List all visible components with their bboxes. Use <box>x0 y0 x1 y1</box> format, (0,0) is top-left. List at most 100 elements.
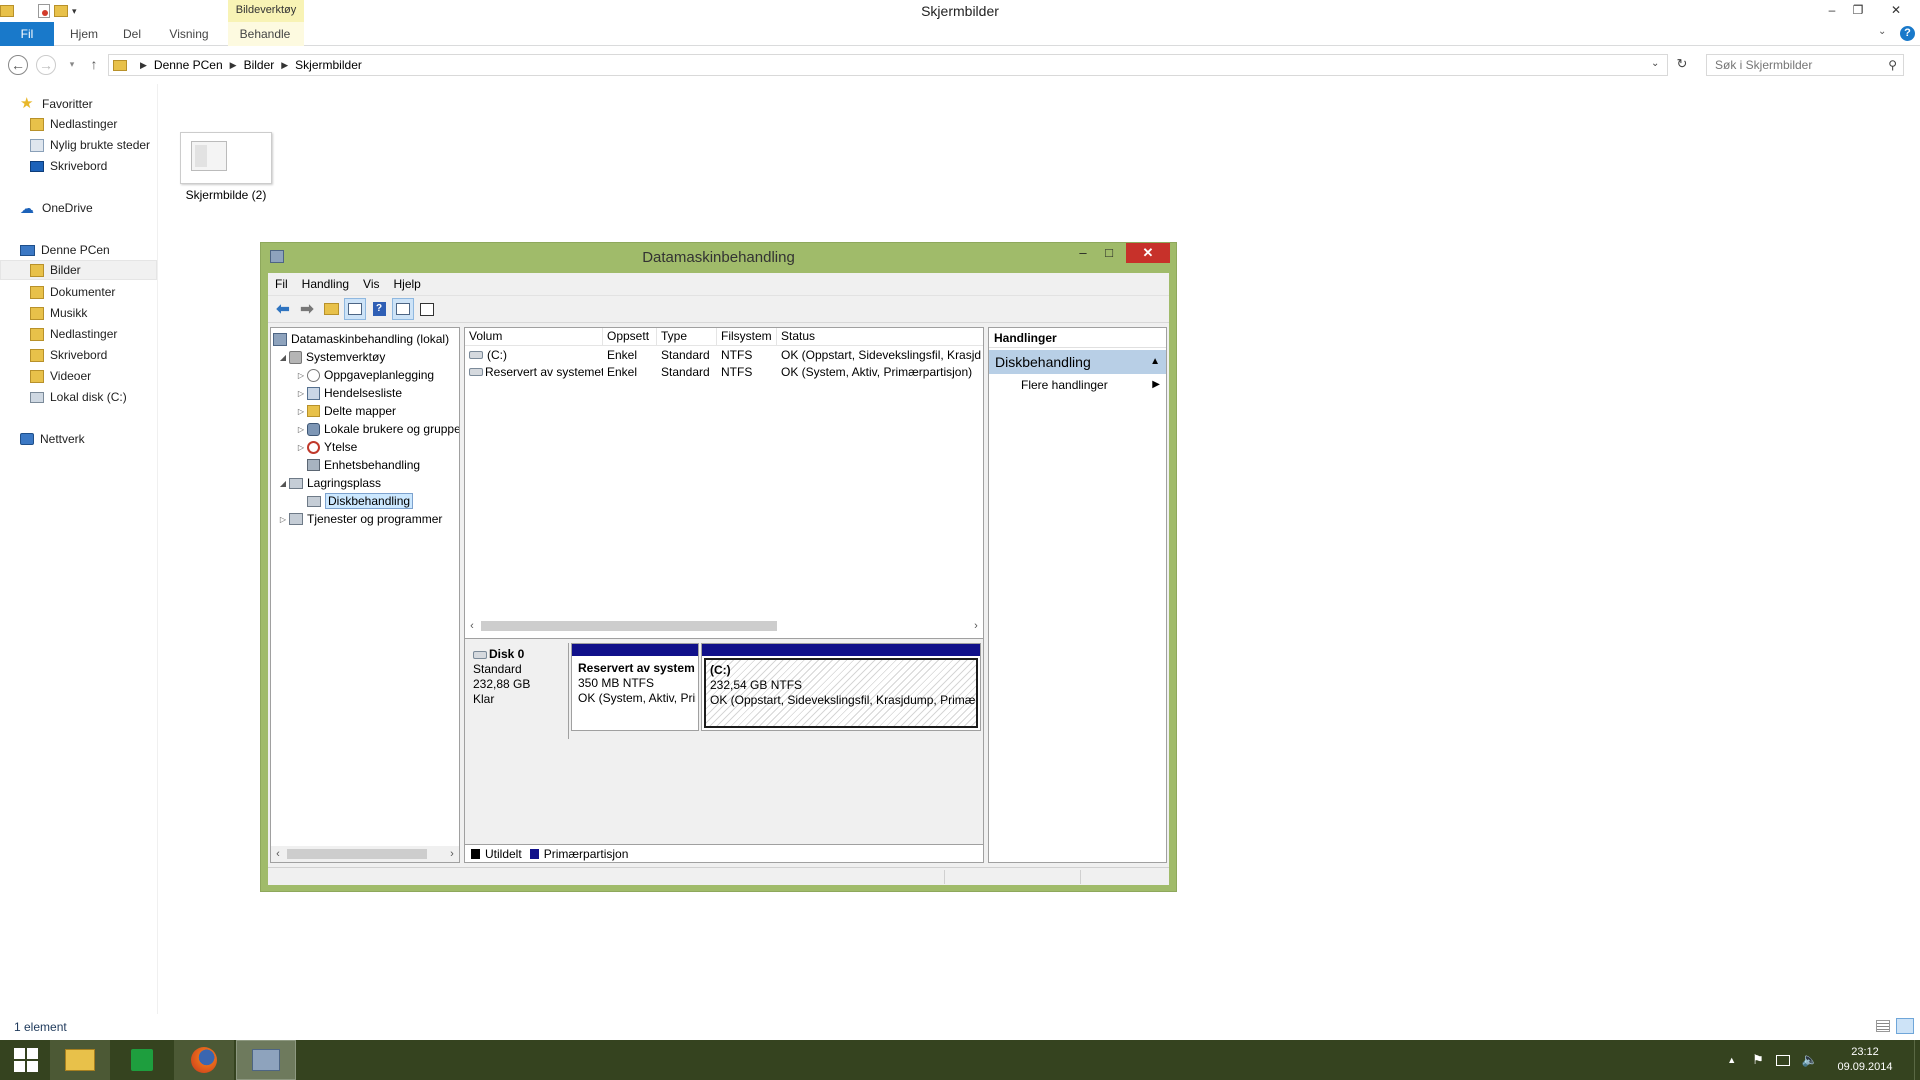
partition-system-reserved[interactable]: Reservert av system 350 MB NTFS OK (Syst… <box>571 643 699 731</box>
network-tray-icon[interactable] <box>1775 1054 1790 1066</box>
column-header-filesystem[interactable]: Filsystem <box>717 328 777 346</box>
show-desktop-button[interactable] <box>1914 1040 1920 1080</box>
restore-button[interactable]: ❐ <box>1844 0 1872 20</box>
expand-arrow-icon[interactable]: ▷ <box>295 389 307 398</box>
address-dropdown-icon[interactable]: ⌄ <box>1651 58 1659 69</box>
volume-list-horizontal-scrollbar[interactable]: ‹ › <box>465 618 983 634</box>
breadcrumb-pictures[interactable]: Bilder <box>244 58 275 72</box>
tab-view[interactable]: Visning <box>164 22 214 46</box>
nav-network[interactable]: Nettverk <box>0 429 157 449</box>
properties-toolbar-icon[interactable] <box>416 298 438 320</box>
back-arrow-icon[interactable]: ⬅ <box>272 298 294 320</box>
collapse-up-icon[interactable]: ▲ <box>1150 350 1160 374</box>
nav-pictures[interactable]: Bilder <box>0 260 157 280</box>
menu-view[interactable]: Vis <box>356 277 386 291</box>
expand-arrow-icon[interactable]: ▷ <box>277 515 289 524</box>
forward-button[interactable]: → <box>36 55 56 75</box>
expand-arrow-icon[interactable]: ▷ <box>295 407 307 416</box>
partition-c-drive[interactable]: (C:) 232,54 GB NTFS OK (Oppstart, Sideve… <box>701 643 981 731</box>
column-header-volume[interactable]: Volum <box>465 328 603 346</box>
action-center-flag-icon[interactable]: ⚑ <box>1752 1052 1764 1068</box>
nav-documents[interactable]: Dokumenter <box>0 282 157 302</box>
nav-onedrive[interactable]: ☁ OneDrive <box>0 198 157 218</box>
column-header-status[interactable]: Status <box>777 328 983 346</box>
up-folder-icon[interactable] <box>320 298 342 320</box>
tab-share[interactable]: Del <box>116 22 148 46</box>
nav-music[interactable]: Musikk <box>0 303 157 323</box>
breadcrumb-separator-icon[interactable]: ▶ <box>230 60 237 71</box>
cm-maximize-button[interactable]: □ <box>1096 243 1122 263</box>
nav-local-disk[interactable]: Lokal disk (C:) <box>0 387 157 407</box>
start-button[interactable] <box>0 1040 52 1080</box>
table-row[interactable]: Reservert av systemet Enkel Standard NTF… <box>465 364 983 381</box>
search-icon[interactable]: ⚲ <box>1888 58 1897 72</box>
taskbar-firefox[interactable] <box>174 1040 234 1080</box>
recent-locations-icon[interactable]: ▾ <box>62 55 82 75</box>
show-hidden-icons-icon[interactable]: ▲ <box>1727 1055 1736 1065</box>
nav-desktop-pc[interactable]: Skrivebord <box>0 345 157 365</box>
scroll-right-icon[interactable]: › <box>969 618 983 634</box>
nav-recent-places[interactable]: Nylig brukte steder <box>0 135 157 155</box>
scrollbar-thumb[interactable] <box>287 849 427 859</box>
column-header-type[interactable]: Type <box>657 328 717 346</box>
tab-manage[interactable]: Behandle <box>232 22 298 46</box>
scrollbar-thumb[interactable] <box>481 621 777 631</box>
tab-file[interactable]: Fil <box>0 22 54 46</box>
scroll-left-icon[interactable]: ‹ <box>465 618 479 634</box>
taskbar-store[interactable] <box>112 1040 172 1080</box>
volume-icon[interactable]: 🔈 <box>1802 1052 1818 1068</box>
cm-close-button[interactable]: ✕ <box>1126 243 1170 263</box>
menu-help[interactable]: Hjelp <box>387 277 428 291</box>
tree-horizontal-scrollbar[interactable]: ‹ › <box>271 846 459 862</box>
breadcrumb-separator-icon[interactable]: ▶ <box>281 60 288 71</box>
forward-arrow-icon[interactable]: ➡ <box>296 298 318 320</box>
tree-root[interactable]: Datamaskinbehandling (lokal) <box>273 330 449 348</box>
nav-favorites[interactable]: ★ Favoritter <box>0 94 157 114</box>
tree-storage[interactable]: ◢ Lagringsplass <box>277 474 381 492</box>
scroll-left-icon[interactable]: ‹ <box>271 846 285 862</box>
help-book-icon[interactable]: ? <box>368 298 390 320</box>
nav-videos[interactable]: Videoer <box>0 366 157 386</box>
back-button[interactable]: ← <box>8 55 28 75</box>
large-icons-view-icon[interactable] <box>1896 1018 1914 1034</box>
nav-downloads-pc[interactable]: Nedlastinger <box>0 324 157 344</box>
nav-this-pc[interactable]: Denne PCen <box>0 240 157 260</box>
refresh-button[interactable]: ↻ <box>1672 56 1692 74</box>
file-item[interactable]: Skjermbilde (2) <box>180 132 272 206</box>
taskbar-file-explorer[interactable] <box>50 1040 110 1080</box>
help-icon[interactable]: ? <box>1900 26 1915 41</box>
tree-performance[interactable]: ▷ Ytelse <box>295 438 357 456</box>
show-hide-action-pane-icon[interactable] <box>392 298 414 320</box>
breadcrumb-screenshots[interactable]: Skjermbilder <box>295 58 362 72</box>
actions-group-disk-management[interactable]: Diskbehandling ▲ <box>989 350 1166 374</box>
show-hide-tree-icon[interactable] <box>344 298 366 320</box>
menu-file[interactable]: Fil <box>268 277 295 291</box>
table-row[interactable]: (C:) Enkel Standard NTFS OK (Oppstart, S… <box>465 347 983 364</box>
collapse-arrow-icon[interactable]: ◢ <box>277 353 289 362</box>
up-button[interactable]: ↑ <box>84 55 104 75</box>
tab-home[interactable]: Hjem <box>64 22 104 46</box>
taskbar-computer-management[interactable] <box>236 1040 296 1080</box>
nav-downloads[interactable]: Nedlastinger <box>0 114 157 134</box>
tree-event-viewer[interactable]: ▷ Hendelsesliste <box>295 384 402 402</box>
collapse-arrow-icon[interactable]: ◢ <box>277 479 289 488</box>
tree-services[interactable]: ▷ Tjenester og programmer <box>277 510 442 528</box>
more-actions-item[interactable]: Flere handlinger ▶ <box>989 374 1166 396</box>
cm-tree-pane[interactable]: Datamaskinbehandling (lokal) ◢ Systemver… <box>270 327 460 863</box>
tree-task-scheduler[interactable]: ▷ Oppgaveplanlegging <box>295 366 434 384</box>
expand-ribbon-icon[interactable]: ⌄ <box>1878 26 1886 37</box>
expand-arrow-icon[interactable]: ▷ <box>295 443 307 452</box>
search-input[interactable] <box>1707 55 1877 75</box>
cm-minimize-button[interactable]: – <box>1070 243 1096 263</box>
tree-device-manager[interactable]: Enhetsbehandling <box>307 456 420 474</box>
close-button[interactable]: ✕ <box>1882 0 1910 20</box>
column-header-layout[interactable]: Oppsett <box>603 328 657 346</box>
disk-info[interactable]: Disk 0 Standard 232,88 GB Klar <box>465 643 569 739</box>
tree-disk-management[interactable]: Diskbehandling <box>307 492 414 510</box>
scroll-right-icon[interactable]: › <box>445 846 459 862</box>
search-box[interactable]: ⚲ <box>1706 54 1904 76</box>
menu-action[interactable]: Handling <box>295 277 356 291</box>
details-view-icon[interactable] <box>1876 1020 1890 1032</box>
volume-list[interactable]: Volum Oppsett Type Filsystem Status (C:)… <box>465 328 983 636</box>
address-bar[interactable]: ▶ Denne PCen ▶ Bilder ▶ Skjermbilder ⌄ <box>108 54 1668 76</box>
